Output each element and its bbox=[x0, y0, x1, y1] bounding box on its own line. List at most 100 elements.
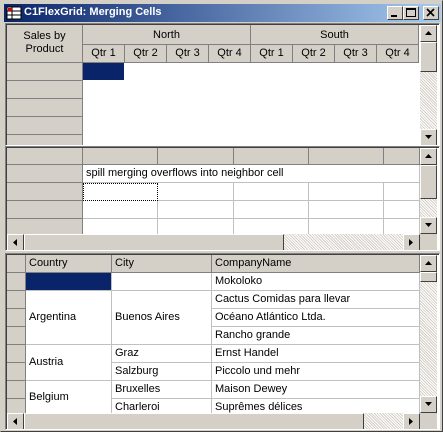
scroll-up-button[interactable] bbox=[420, 255, 437, 272]
row-header[interactable] bbox=[7, 165, 83, 183]
column-header[interactable]: Qtr 4 bbox=[209, 45, 251, 63]
minimize-button[interactable] bbox=[387, 6, 403, 20]
grid-cell[interactable]: Salzburg bbox=[112, 363, 212, 381]
column-header[interactable]: Qtr 4 bbox=[377, 45, 419, 63]
column-header[interactable] bbox=[234, 148, 309, 165]
cell-text: Austria bbox=[29, 356, 64, 368]
grid-cell[interactable]: Mokoloko bbox=[212, 273, 420, 291]
row-header[interactable] bbox=[7, 99, 83, 117]
column-header[interactable] bbox=[384, 148, 420, 165]
scroll-right-button[interactable] bbox=[403, 413, 420, 429]
merged-cell-country[interactable]: Austria bbox=[26, 345, 112, 381]
vertical-scrollbar[interactable] bbox=[420, 25, 437, 145]
corner-header: Sales by Product bbox=[7, 25, 83, 63]
arrow-up-icon bbox=[425, 261, 432, 265]
column-header[interactable] bbox=[309, 148, 384, 165]
column-header[interactable]: Qtr 1 bbox=[251, 45, 293, 63]
cell-text: Buenos Aires bbox=[115, 311, 180, 323]
grid-cell[interactable]: Océano Atlántico Ltda. bbox=[212, 309, 420, 327]
horizontal-scrollbar[interactable] bbox=[7, 234, 420, 250]
app-window: C1FlexGrid: Merging Cells Sales by Produ… bbox=[0, 0, 443, 432]
maximize-button[interactable] bbox=[403, 6, 419, 20]
column-header[interactable] bbox=[83, 148, 158, 165]
grid-cell[interactable]: Graz bbox=[112, 345, 212, 363]
scroll-up-button[interactable] bbox=[420, 25, 437, 42]
scroll-thumb[interactable] bbox=[420, 42, 437, 72]
row-header[interactable] bbox=[7, 201, 83, 219]
scroll-thumb[interactable] bbox=[420, 272, 437, 282]
grid-spill[interactable]: spill merging overflows into neighbor ce… bbox=[5, 146, 440, 251]
grid-customers[interactable]: Country City CompanyName Argentina Austr… bbox=[5, 253, 440, 430]
row-header[interactable] bbox=[7, 273, 26, 291]
grid-cell[interactable] bbox=[112, 273, 212, 291]
region-header-north[interactable]: North bbox=[83, 25, 251, 45]
column-header[interactable] bbox=[158, 148, 234, 165]
column-header[interactable]: Qtr 1 bbox=[83, 45, 125, 63]
selected-cell[interactable] bbox=[83, 63, 124, 80]
column-header-label: Qtr 4 bbox=[217, 47, 242, 59]
merged-cell-country[interactable]: Argentina bbox=[26, 291, 112, 345]
grid-cell[interactable]: Piccolo und mehr bbox=[212, 363, 420, 381]
row-header[interactable] bbox=[7, 117, 83, 135]
scroll-thumb[interactable] bbox=[420, 165, 437, 199]
column-header-city[interactable]: City bbox=[112, 255, 212, 273]
scroll-up-button[interactable] bbox=[420, 148, 437, 165]
grid-cell[interactable] bbox=[83, 201, 158, 219]
grid-cell[interactable] bbox=[234, 201, 309, 219]
row-header[interactable] bbox=[7, 183, 83, 201]
grid-cell[interactable]: Rancho grande bbox=[212, 327, 420, 345]
column-header[interactable]: Qtr 2 bbox=[125, 45, 167, 63]
column-header[interactable]: Qtr 3 bbox=[167, 45, 209, 63]
grid-cell[interactable] bbox=[384, 183, 420, 201]
scroll-thumb[interactable] bbox=[24, 234, 284, 250]
grid-cell[interactable]: spill merging overflows into neighbor ce… bbox=[83, 165, 420, 183]
row-header[interactable] bbox=[7, 345, 26, 363]
grid-sales[interactable]: Sales by Product North South Qtr 1 Qtr 2… bbox=[5, 23, 440, 146]
selected-cell[interactable] bbox=[26, 273, 112, 291]
row-header[interactable] bbox=[7, 135, 83, 145]
scroll-down-button[interactable] bbox=[420, 396, 437, 413]
cell-text: Charleroi bbox=[115, 401, 160, 413]
grid-data-area[interactable] bbox=[83, 63, 419, 145]
grid-cell[interactable] bbox=[384, 201, 420, 219]
vertical-scrollbar[interactable] bbox=[420, 255, 437, 413]
grid-cell[interactable]: Maison Dewey bbox=[212, 381, 420, 399]
scroll-thumb[interactable] bbox=[24, 413, 364, 429]
column-header-company[interactable]: CompanyName bbox=[212, 255, 420, 273]
column-header[interactable]: Qtr 2 bbox=[293, 45, 335, 63]
merged-cell-country[interactable]: Belgium bbox=[26, 381, 112, 417]
column-header-label: Qtr 2 bbox=[133, 47, 158, 59]
region-label: North bbox=[153, 29, 180, 41]
column-header-label: CompanyName bbox=[215, 257, 292, 269]
scroll-down-button[interactable] bbox=[420, 129, 437, 145]
row-header[interactable] bbox=[7, 327, 26, 345]
row-header[interactable] bbox=[7, 81, 83, 99]
row-header[interactable] bbox=[7, 309, 26, 327]
column-header-country[interactable]: Country bbox=[26, 255, 112, 273]
scroll-left-button[interactable] bbox=[7, 234, 24, 250]
scroll-left-button[interactable] bbox=[7, 413, 24, 429]
grid-cell[interactable] bbox=[309, 183, 384, 201]
column-header[interactable]: Qtr 3 bbox=[335, 45, 377, 63]
row-header[interactable] bbox=[7, 381, 26, 399]
focused-cell[interactable] bbox=[83, 183, 158, 201]
horizontal-scrollbar[interactable] bbox=[7, 413, 420, 429]
grid-cell[interactable]: Cactus Comidas para llevar bbox=[212, 291, 420, 309]
grid-cell[interactable] bbox=[158, 183, 234, 201]
merged-cell-city[interactable]: Buenos Aires bbox=[112, 291, 212, 345]
grid-cell[interactable] bbox=[309, 201, 384, 219]
close-button[interactable] bbox=[423, 6, 439, 20]
grid-cell[interactable] bbox=[234, 183, 309, 201]
arrow-left-icon bbox=[13, 418, 17, 425]
title-bar[interactable]: C1FlexGrid: Merging Cells bbox=[4, 4, 441, 22]
vertical-scrollbar[interactable] bbox=[420, 148, 437, 234]
grid-cell[interactable] bbox=[158, 201, 234, 219]
row-header[interactable] bbox=[7, 363, 26, 381]
row-header[interactable] bbox=[7, 63, 83, 81]
row-header[interactable] bbox=[7, 291, 26, 309]
grid-cell[interactable]: Bruxelles bbox=[112, 381, 212, 399]
scroll-right-button[interactable] bbox=[403, 234, 420, 250]
grid-cell[interactable]: Ernst Handel bbox=[212, 345, 420, 363]
scroll-down-button[interactable] bbox=[420, 217, 437, 234]
region-header-south[interactable]: South bbox=[251, 25, 419, 45]
